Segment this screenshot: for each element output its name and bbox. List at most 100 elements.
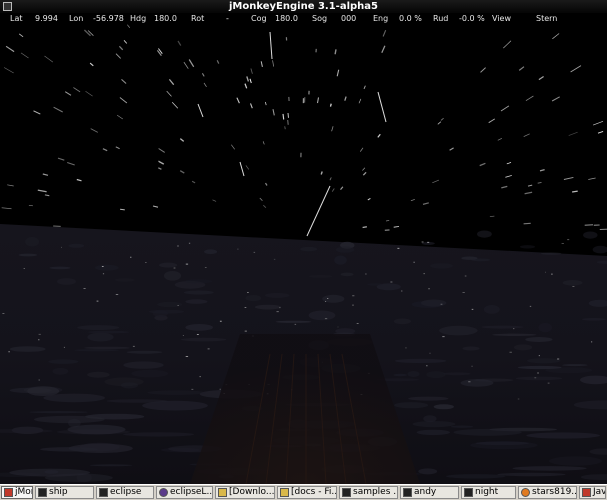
sea-glint <box>567 239 570 241</box>
taskbar-item-stars[interactable]: stars819... <box>518 486 577 499</box>
sea-glint <box>204 267 207 268</box>
star-streak <box>334 49 337 55</box>
sea-wave <box>9 468 91 477</box>
sea-glint <box>509 351 512 353</box>
sea-wave <box>115 278 135 282</box>
sea-wave <box>393 318 411 325</box>
taskbar-item-eclipse-launcher[interactable]: eclipseL... <box>156 486 213 499</box>
sea-glint <box>413 261 415 263</box>
window-titlebar[interactable]: jMonkeyEngine 3.1-alpha5 <box>0 0 607 14</box>
sea-wave <box>418 468 438 475</box>
sea-glint <box>96 300 99 302</box>
sea-glint <box>557 358 560 360</box>
sea-glint <box>23 268 25 269</box>
sea-wave <box>159 262 178 268</box>
sea-wave <box>477 230 492 238</box>
hud-sog-value: 000 <box>341 14 357 23</box>
taskbar-item-night[interactable]: night <box>461 486 516 499</box>
taskbar-item-label: ship <box>49 487 68 497</box>
sea-glint <box>427 241 430 243</box>
3d-viewport[interactable] <box>0 24 607 484</box>
taskbar-item-label: eclipse <box>110 487 142 497</box>
sea-glint <box>390 281 393 283</box>
sea-wave <box>164 271 181 281</box>
sea-wave <box>526 358 561 364</box>
taskbar-item-label: night <box>475 487 499 497</box>
sea-wave <box>470 441 538 450</box>
sea-glint <box>244 307 247 308</box>
sea-wave <box>68 243 85 248</box>
sea-wave <box>77 325 120 331</box>
star-streak <box>120 208 125 211</box>
taskbar-item-downloads[interactable]: [Downlo... <box>215 486 275 499</box>
taskbar-item-java[interactable]: Jav <box>579 486 606 499</box>
sea-glint <box>462 292 465 293</box>
taskbar-item-andy[interactable]: andy <box>400 486 459 499</box>
sea-glint <box>173 267 176 269</box>
sea-wave <box>407 371 420 377</box>
sea-wave <box>104 377 144 387</box>
sea-wave <box>85 413 145 420</box>
sea-wave <box>515 376 563 381</box>
sea-wave <box>87 371 110 378</box>
sea-glint <box>207 348 210 350</box>
sea-wave <box>334 255 347 265</box>
sea-glint <box>2 313 5 314</box>
sea-glint <box>177 305 179 306</box>
sea-glint <box>352 295 355 297</box>
sea-wave <box>433 404 454 410</box>
firefox-icon <box>521 488 530 497</box>
sea-wave <box>439 325 478 336</box>
sea-glint <box>244 330 247 332</box>
sea-wave <box>18 253 38 257</box>
sea-wave <box>183 290 214 295</box>
hud-rud-label: Rud <box>433 14 449 23</box>
taskbar-item-ship[interactable]: ship <box>35 486 94 499</box>
sea-wave <box>254 304 282 310</box>
taskbar-item-label: Jav <box>593 487 606 497</box>
sea-glint <box>405 347 407 349</box>
sea-glint <box>196 334 199 335</box>
star-streak <box>287 119 289 125</box>
sea-glint <box>325 301 327 302</box>
sea-wave <box>335 246 355 253</box>
sea-wave <box>67 424 126 435</box>
sea-glint <box>471 308 474 310</box>
taskbar-item-eclipse[interactable]: eclipse <box>96 486 154 499</box>
star-streak <box>523 222 531 225</box>
sea-wave <box>525 337 553 342</box>
sea-wave <box>450 425 474 428</box>
hud-rud-value: -0.0 % <box>459 14 485 23</box>
sea-wave <box>300 246 318 252</box>
terminal-icon <box>99 488 108 497</box>
sea-wave <box>538 322 553 333</box>
terminal-icon <box>342 488 351 497</box>
sea-wave <box>512 466 587 471</box>
eclipse-icon <box>159 488 168 497</box>
hud-eng-value: 0.0 % <box>399 14 422 23</box>
sea-glint <box>534 377 537 379</box>
sea-glint <box>442 336 445 338</box>
taskbar-item-jmonkey[interactable]: jMon... <box>1 486 33 499</box>
sea-wave <box>148 309 185 314</box>
sea-glint <box>182 335 184 336</box>
star-streak <box>282 113 285 120</box>
taskbar-item-docs[interactable]: [docs - Fi... <box>277 486 337 499</box>
taskbar-item-samples[interactable]: samples ... <box>339 486 398 499</box>
sea-wave <box>492 333 537 336</box>
sea-glint <box>537 372 539 374</box>
sea-wave <box>180 337 227 342</box>
sea-glint <box>421 241 424 243</box>
sea-glint <box>253 251 256 253</box>
star-streak <box>287 112 290 118</box>
star-streak <box>362 226 368 229</box>
sea-wave <box>526 432 600 439</box>
sea-glint <box>8 351 10 353</box>
taskbar-item-label: [docs - Fi... <box>291 487 337 497</box>
hud-lon-label: Lon <box>69 14 84 23</box>
sea-wave <box>541 252 562 255</box>
sea-wave <box>74 349 119 352</box>
sea-glint <box>219 388 221 390</box>
sea-wave <box>445 474 506 479</box>
sea-glint <box>426 365 428 367</box>
